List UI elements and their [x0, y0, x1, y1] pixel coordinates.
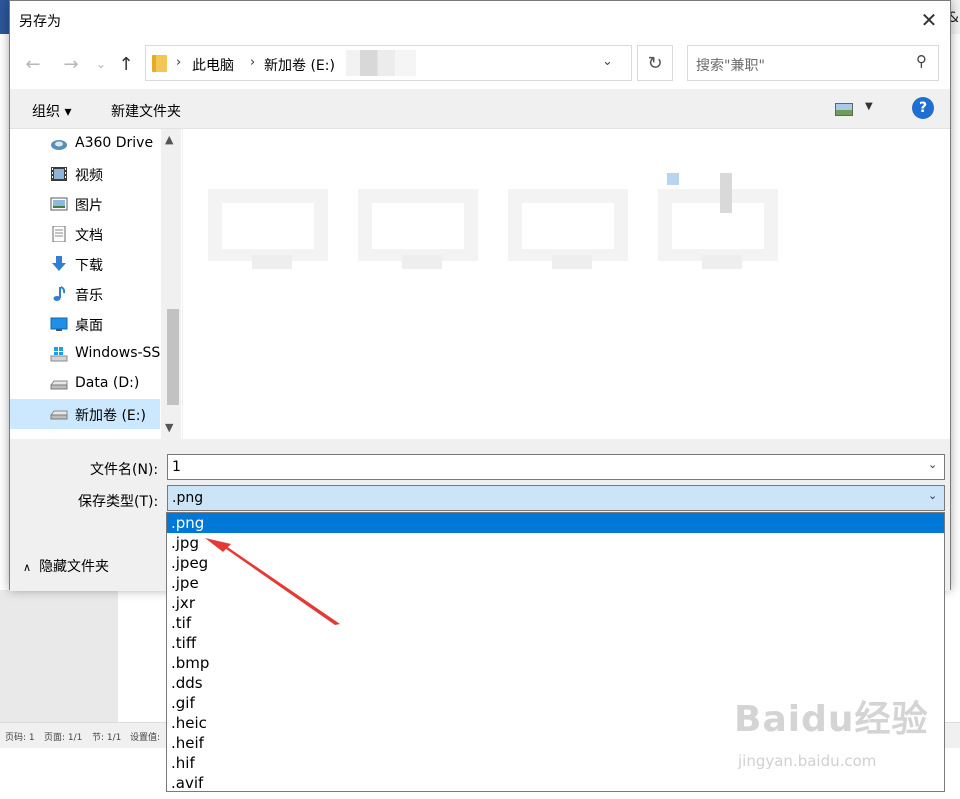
file-thumbnail[interactable]: [208, 189, 328, 273]
save-as-dialog: 另存为 ✕ ← → ⌄ ↑ › 此电脑 › 新加卷 (E:) ⌄ ↻ 搜索"兼职…: [9, 0, 951, 591]
pictures-icon: [50, 197, 68, 211]
navigation-bar: ← → ⌄ ↑ › 此电脑 › 新加卷 (E:) ⌄ ↻ 搜索"兼职" ⚲: [10, 39, 950, 89]
documents-icon: [52, 226, 66, 242]
download-icon: [52, 256, 66, 271]
watermark-url: jingyan.baidu.com: [738, 752, 877, 770]
file-thumbnail[interactable]: [658, 189, 778, 273]
back-button[interactable]: ←: [22, 52, 44, 76]
dialog-title: 另存为: [19, 14, 61, 30]
file-list: [183, 129, 950, 439]
nav-item-label: 图片: [75, 198, 103, 214]
scrollbar-thumb[interactable]: [167, 309, 179, 405]
nav-item-label: Data (D:): [75, 375, 140, 391]
nav-item-pictures[interactable]: 图片: [10, 189, 160, 219]
search-input[interactable]: 搜索"兼职" ⚲: [687, 45, 939, 81]
chevron-right-icon: ›: [176, 55, 182, 70]
watermark-logo: Baidu经验: [734, 699, 929, 740]
hide-folders-button[interactable]: ∧ 隐藏文件夹: [23, 556, 109, 576]
thumbnail-detail: [720, 173, 732, 213]
baidu-watermark: Baidu经验 jingyan.baidu.com: [734, 690, 934, 780]
chevron-down-icon[interactable]: ⌄: [602, 54, 613, 69]
status-settings: 设置值:: [130, 733, 161, 743]
chevron-down-icon[interactable]: ⌄: [928, 489, 937, 502]
search-icon[interactable]: ⚲: [916, 52, 927, 70]
organize-button[interactable]: 组织 ▾: [32, 101, 71, 121]
nav-item-a360-drive[interactable]: A360 Drive: [10, 129, 160, 159]
chevron-up-icon[interactable]: ▲: [165, 133, 173, 146]
breadcrumb-this-pc[interactable]: 此电脑: [192, 55, 234, 75]
forward-button[interactable]: →: [60, 52, 82, 76]
status-section: 节: 1/1: [92, 733, 122, 743]
nav-item-label: 文档: [75, 228, 103, 244]
chevron-up-icon: ∧: [23, 561, 32, 574]
navigation-pane: A360 Drive 视频 图片 文档 下载 音乐 桌面 Windows-SS: [10, 129, 182, 439]
new-folder-button[interactable]: 新建文件夹: [111, 101, 181, 121]
desktop-icon: [50, 317, 68, 331]
file-thumbnail[interactable]: [358, 189, 478, 273]
drive-icon: [50, 380, 68, 390]
nav-item-label: 下载: [75, 258, 103, 274]
address-bar[interactable]: › 此电脑 › 新加卷 (E:) ⌄: [145, 45, 632, 81]
nav-item-label: A360 Drive: [75, 135, 154, 151]
chevron-down-icon[interactable]: ⌄: [928, 458, 937, 471]
nav-item-label: 音乐: [75, 288, 103, 304]
refresh-button[interactable]: ↻: [637, 45, 673, 81]
nav-item-music[interactable]: 音乐: [10, 279, 160, 309]
music-icon: [53, 286, 66, 301]
filetype-option-bmp[interactable]: .bmp: [167, 653, 944, 673]
up-button[interactable]: ↑: [115, 52, 137, 76]
filetype-select[interactable]: .png ⌄: [167, 485, 945, 511]
nav-item-windows-drive[interactable]: Windows-SS: [10, 339, 160, 369]
filetype-option-tiff[interactable]: .tiff: [167, 633, 944, 653]
blurred-breadcrumb: [346, 50, 416, 76]
chevron-down-icon[interactable]: ▼: [165, 421, 173, 434]
drive-icon: [50, 410, 68, 420]
nav-item-documents[interactable]: 文档: [10, 219, 160, 249]
nav-item-label: 桌面: [75, 318, 103, 334]
nav-item-downloads[interactable]: 下载: [10, 249, 160, 279]
navigation-scrollbar[interactable]: ▲ ▼: [161, 129, 181, 439]
search-placeholder: 搜索"兼职": [696, 58, 765, 74]
help-button[interactable]: ?: [912, 97, 934, 119]
nav-item-desktop[interactable]: 桌面: [10, 309, 160, 339]
file-thumbnail[interactable]: [508, 189, 628, 273]
filename-field[interactable]: 1 ⌄: [167, 454, 945, 480]
nav-item-videos[interactable]: 视频: [10, 159, 160, 189]
recent-locations-button[interactable]: ⌄: [90, 52, 112, 76]
command-bar: 组织 ▾ 新建文件夹 ▼ ?: [10, 89, 950, 129]
dialog-titlebar: 另存为 ✕: [10, 1, 950, 39]
status-page: 页面: 1/1: [44, 733, 83, 743]
folder-icon: [152, 55, 167, 72]
nav-item-label: 新加卷 (E:): [75, 408, 146, 424]
filename-label: 文件名(N):: [90, 462, 159, 478]
cloud-icon: [51, 140, 67, 150]
close-button[interactable]: ✕: [908, 1, 950, 39]
video-icon: [51, 167, 67, 181]
background-document-margin: [0, 590, 118, 722]
status-page-code: 页码: 1: [5, 733, 35, 743]
caret-down-icon: ▼: [865, 101, 873, 112]
annotation-arrow: [205, 538, 340, 625]
change-view-button[interactable]: ▼: [835, 101, 879, 119]
nav-item-label: 视频: [75, 168, 103, 184]
filename-value: 1: [172, 459, 181, 475]
chevron-right-icon: ›: [250, 55, 256, 70]
nav-item-new-volume-e[interactable]: 新加卷 (E:): [10, 399, 160, 429]
windows-drive-icon: [50, 347, 68, 362]
breadcrumb-drive-e[interactable]: 新加卷 (E:): [264, 55, 335, 75]
hide-folders-label: 隐藏文件夹: [39, 559, 110, 575]
thumbnail-detail: [667, 173, 679, 185]
filetype-value: .png: [172, 490, 204, 506]
nav-item-label: Windows-SS: [75, 345, 161, 361]
view-icon: [835, 103, 853, 116]
filetype-label: 保存类型(T):: [78, 494, 159, 510]
nav-item-data-d[interactable]: Data (D:): [10, 369, 160, 399]
